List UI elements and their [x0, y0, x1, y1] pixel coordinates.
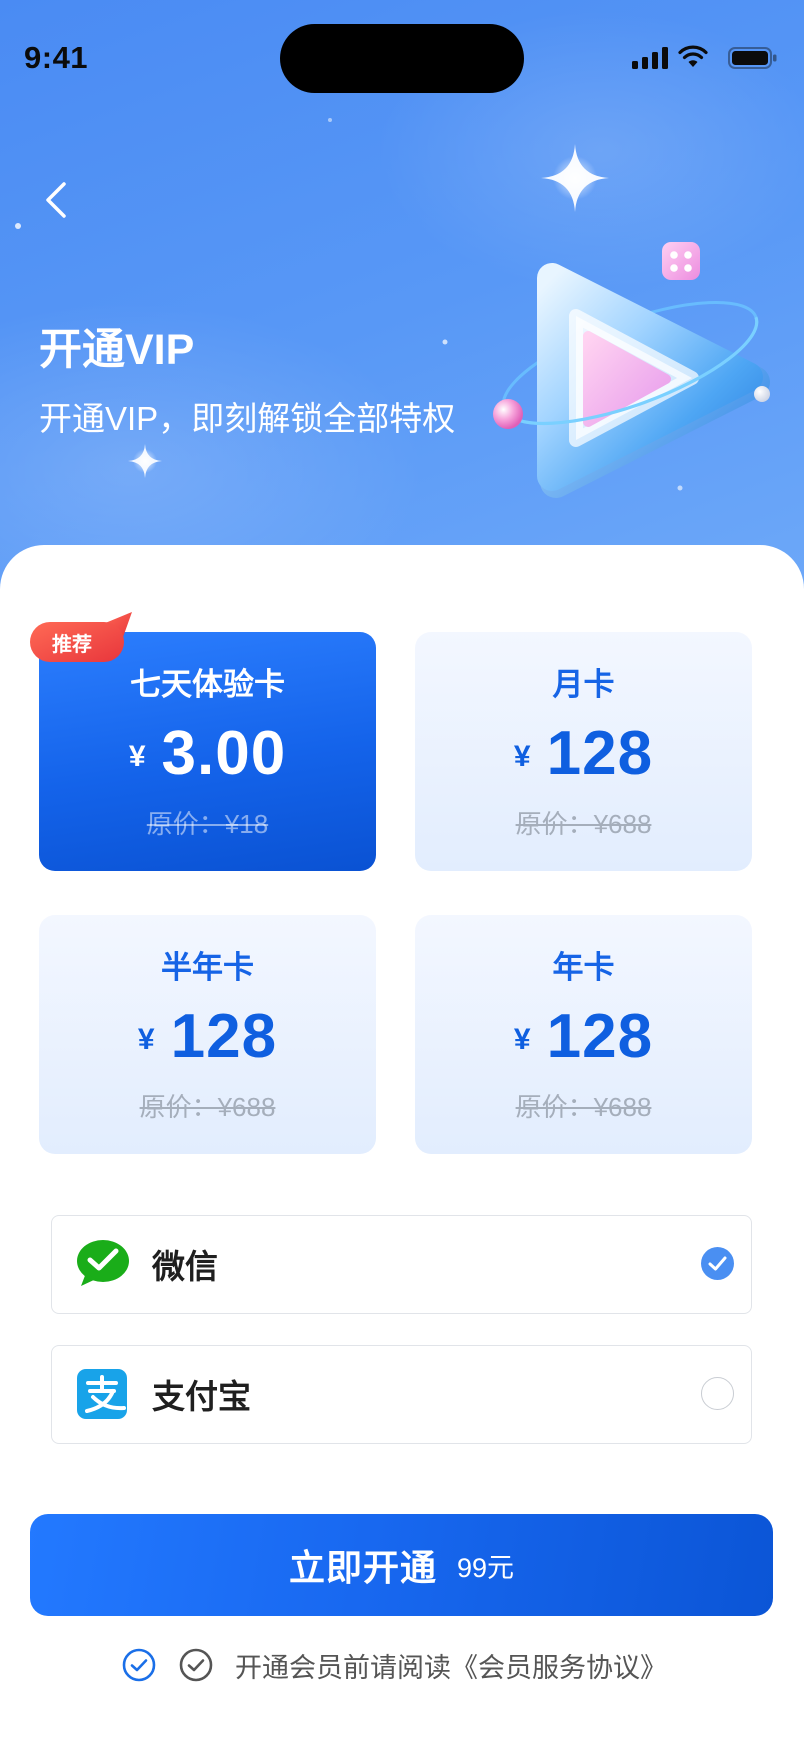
payment-option-alipay[interactable]: 支付宝: [51, 1345, 752, 1444]
back-button[interactable]: [34, 172, 78, 228]
plan-name: 年卡: [552, 950, 615, 985]
alipay-icon: [77, 1369, 127, 1419]
plan-price: ¥ 128: [415, 722, 752, 786]
recommend-badge: 推荐: [28, 610, 134, 664]
signal-icon: [632, 47, 668, 69]
original-price: 原价：¥688: [515, 1092, 652, 1122]
wifi-icon: [678, 45, 708, 67]
agreement-check-outline-icon[interactable]: [179, 1648, 213, 1682]
battery-icon: [728, 47, 777, 69]
price-amount: 128: [546, 1002, 654, 1071]
activate-button-label: 立即开通: [288, 1547, 437, 1588]
original-price: 原价：¥688: [139, 1092, 276, 1122]
original-price: 原价：¥688: [515, 809, 652, 839]
page-subtitle: 开通VIP，即刻解锁全部特权: [39, 400, 456, 437]
plan-name: 七天体验卡: [130, 667, 285, 702]
plan-name: 半年卡: [161, 950, 254, 985]
plan-card-monthly[interactable]: 月卡 ¥ 128 原价：¥688: [415, 632, 752, 871]
plan-card-seven-day[interactable]: 七天体验卡 ¥ 3.00 原价：¥18: [39, 632, 376, 871]
original-price: 原价：¥18: [146, 809, 269, 839]
page-title: 开通VIP: [39, 326, 195, 374]
currency-symbol: ¥: [137, 1023, 155, 1056]
check-icon: [708, 1256, 727, 1271]
chevron-left-icon: [46, 182, 66, 218]
price-amount: 3.00: [161, 719, 287, 788]
agreement-text[interactable]: 开通会员前请阅读《会员服务协议》: [235, 1648, 667, 1683]
price-amount: 128: [170, 1002, 278, 1071]
plan-price: ¥ 128: [39, 1005, 376, 1069]
currency-symbol: ¥: [128, 740, 146, 773]
plan-card-yearly[interactable]: 年卡 ¥ 128 原价：¥688: [415, 915, 752, 1154]
payment-radio[interactable]: [701, 1247, 734, 1280]
plan-name: 月卡: [552, 667, 615, 702]
plan-price: ¥ 128: [415, 1005, 752, 1069]
agreement-checked-icon[interactable]: [122, 1648, 156, 1682]
status-time: 9:41: [24, 40, 89, 75]
currency-symbol: ¥: [513, 1023, 531, 1056]
currency-symbol: ¥: [513, 740, 531, 773]
activate-button-amount: 99元: [456, 1552, 515, 1583]
price-amount: 128: [546, 719, 654, 788]
vip-play-illustration: [493, 242, 770, 498]
payment-option-wechat[interactable]: 微信: [51, 1215, 752, 1314]
payment-label: 微信: [152, 1248, 218, 1285]
plan-card-half-year[interactable]: 半年卡 ¥ 128 原价：¥688: [39, 915, 376, 1154]
payment-label: 支付宝: [152, 1378, 251, 1415]
wechat-pay-icon: [77, 1240, 129, 1286]
badge-label: 推荐: [52, 633, 92, 656]
payment-radio[interactable]: [701, 1377, 734, 1410]
plan-price: ¥ 3.00: [39, 722, 376, 786]
dynamic-island: [280, 24, 524, 93]
activate-button[interactable]: 立即开通 99元: [30, 1514, 773, 1616]
